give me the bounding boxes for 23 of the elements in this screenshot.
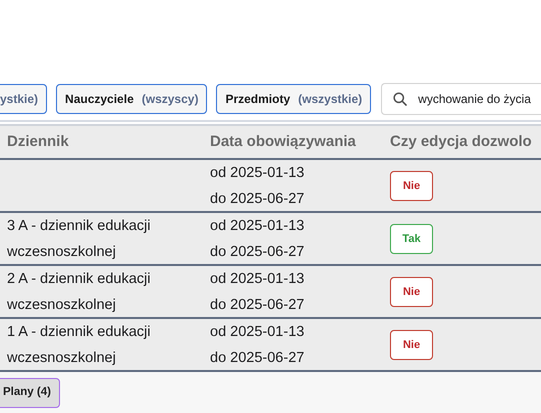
journal-name: 1 A - dziennik edukacji wczesnoszkolnej	[6, 323, 152, 368]
edit-allowed-button[interactable]: Nie	[390, 171, 433, 201]
journal-name: 2 A - dziennik edukacji wczesnoszkolnej	[6, 270, 152, 315]
date-from: od 2025-01-13	[210, 323, 306, 342]
plans-button[interactable]: Plany (4)	[0, 378, 60, 408]
journal-name: 3 A - dziennik edukacji wczesnoszkolnej	[6, 217, 152, 262]
filter-button[interactable]: ystkie)	[0, 84, 48, 114]
date-to: do 2025-06-27	[210, 296, 306, 315]
filter-button[interactable]: Przedmioty (wszystkie)	[216, 84, 372, 114]
date-from: od 2025-01-13	[210, 164, 306, 183]
filter-button[interactable]: Nauczyciele (wszyscy)	[56, 84, 208, 114]
edit-allowed-button[interactable]: Nie	[390, 330, 433, 360]
date-to: do 2025-06-27	[210, 349, 306, 368]
column-header: Data obowiązywania	[210, 132, 357, 152]
column-header: Czy edycja dozwolo	[390, 132, 533, 152]
date-from: od 2025-01-13	[210, 270, 306, 289]
date-to: do 2025-06-27	[210, 190, 306, 209]
date-to: do 2025-06-27	[210, 243, 306, 262]
column-header: Dziennik	[6, 132, 70, 152]
edit-allowed-button[interactable]: Tak	[390, 224, 433, 254]
date-from: od 2025-01-13	[210, 217, 306, 236]
search-field[interactable]: wychowanie do życia	[381, 83, 541, 115]
edit-allowed-button[interactable]: Nie	[390, 277, 433, 307]
